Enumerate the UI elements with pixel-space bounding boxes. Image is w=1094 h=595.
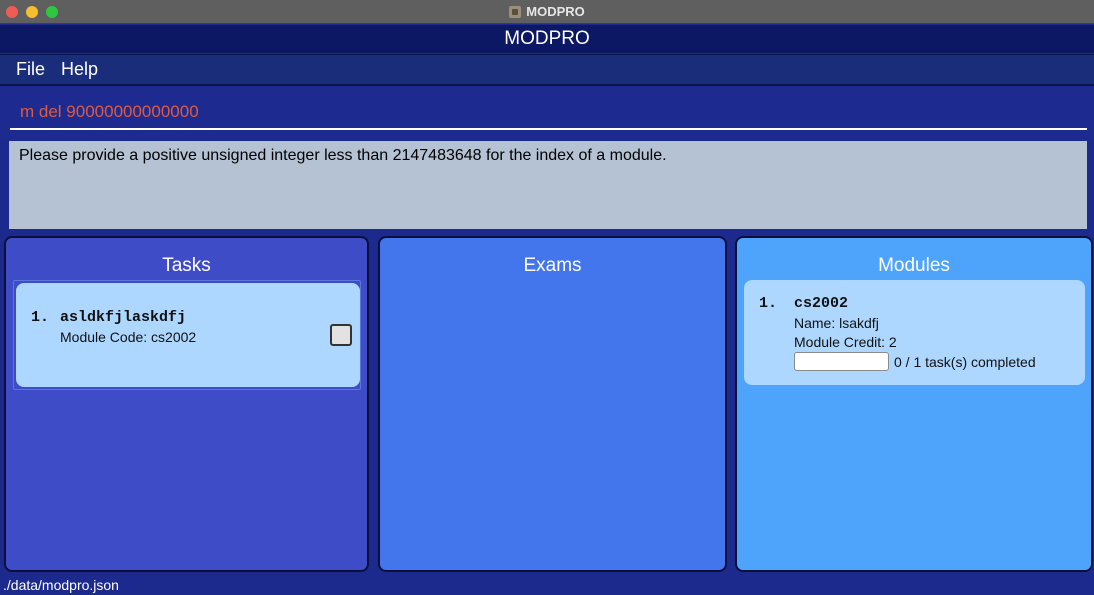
module-progress-bar (794, 352, 889, 371)
modules-panel: Modules 1. cs2002 Name: lsakdfj Module C… (735, 236, 1093, 572)
result-display: Please provide a positive unsigned integ… (9, 141, 1087, 229)
task-index: 1. (31, 309, 50, 326)
command-input[interactable] (10, 96, 1087, 130)
exams-panel-title: Exams (523, 255, 582, 276)
module-index: 1. (759, 295, 778, 312)
exams-panel: Exams (378, 236, 727, 572)
save-file-path: ./data/modpro.json (3, 577, 119, 593)
task-list[interactable]: 1. asldkfjlaskdfj Module Code: cs2002 (13, 280, 361, 390)
command-box (0, 88, 1094, 138)
task-description: asldkfjlaskdfj (60, 309, 187, 326)
minimize-window-button[interactable] (26, 6, 38, 18)
task-done-checkbox[interactable] (330, 324, 352, 346)
task-module-code: Module Code: cs2002 (60, 329, 197, 345)
module-credit: Module Credit: 2 (794, 334, 897, 350)
window-title-group: MODPRO (509, 4, 585, 19)
tasks-panel: Tasks 1. asldkfjlaskdfj Module Code: cs2… (4, 236, 369, 572)
close-window-button[interactable] (6, 6, 18, 18)
result-message: Please provide a positive unsigned integ… (19, 147, 667, 164)
app-icon (509, 5, 522, 18)
module-progress-text: 0 / 1 task(s) completed (894, 354, 1036, 370)
module-name: Name: lsakdfj (794, 315, 879, 331)
module-card[interactable]: 1. cs2002 Name: lsakdfj Module Credit: 2… (744, 280, 1085, 385)
menu-bar: File Help (0, 54, 1094, 86)
module-code: cs2002 (794, 295, 849, 312)
app-header: MODPRO (0, 25, 1094, 53)
menu-file[interactable]: File (8, 59, 53, 80)
window-title: MODPRO (526, 4, 585, 19)
maximize-window-button[interactable] (46, 6, 58, 18)
window-controls (6, 6, 58, 18)
task-card[interactable]: 1. asldkfjlaskdfj Module Code: cs2002 (16, 283, 360, 387)
status-bar: ./data/modpro.json (0, 575, 1094, 595)
modules-panel-title: Modules (878, 255, 950, 276)
menu-help[interactable]: Help (53, 59, 106, 80)
window-titlebar: MODPRO (0, 0, 1094, 24)
tasks-panel-title: Tasks (162, 255, 211, 276)
